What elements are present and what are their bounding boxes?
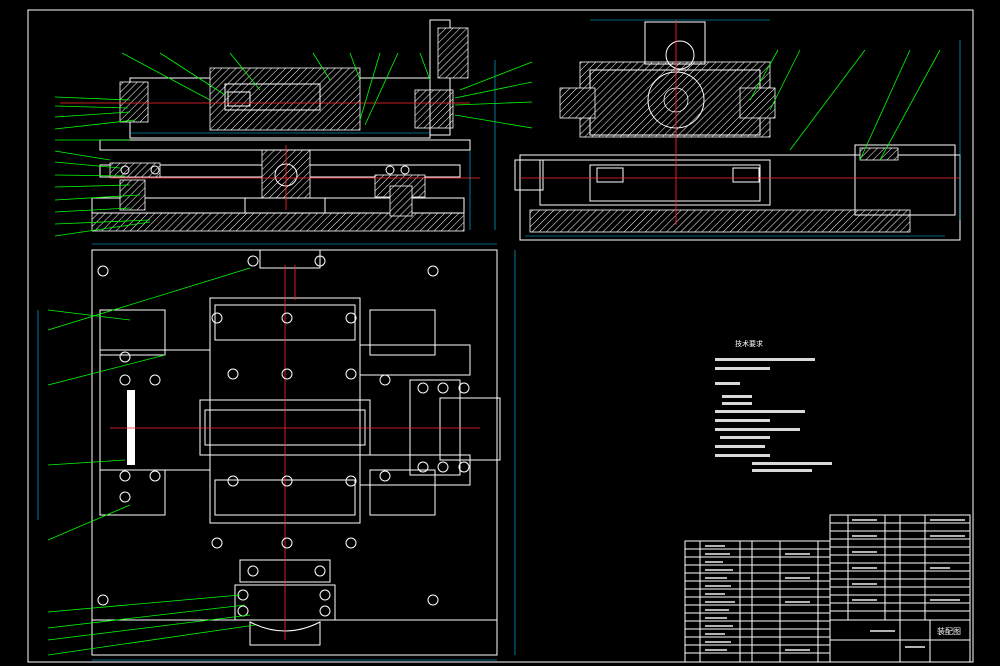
drawing-border bbox=[27, 9, 974, 663]
title-block-name: 装配图 bbox=[937, 626, 961, 636]
side-base-plate bbox=[529, 209, 911, 233]
notes-title: 技术要求 bbox=[735, 339, 763, 348]
top-view bbox=[37, 243, 516, 661]
bolt-circles bbox=[97, 165, 470, 617]
front-upper-plate bbox=[99, 139, 471, 151]
cad-drawing: 技术要求 装配图 bbox=[27, 9, 974, 663]
leader-lines bbox=[47, 49, 941, 656]
front-view bbox=[60, 19, 496, 232]
front-cylinder bbox=[209, 67, 361, 131]
technical-notes: 技术要求 bbox=[715, 339, 832, 472]
parts-list-table bbox=[684, 514, 971, 663]
top-base-plate bbox=[91, 249, 498, 656]
side-view bbox=[514, 19, 961, 241]
